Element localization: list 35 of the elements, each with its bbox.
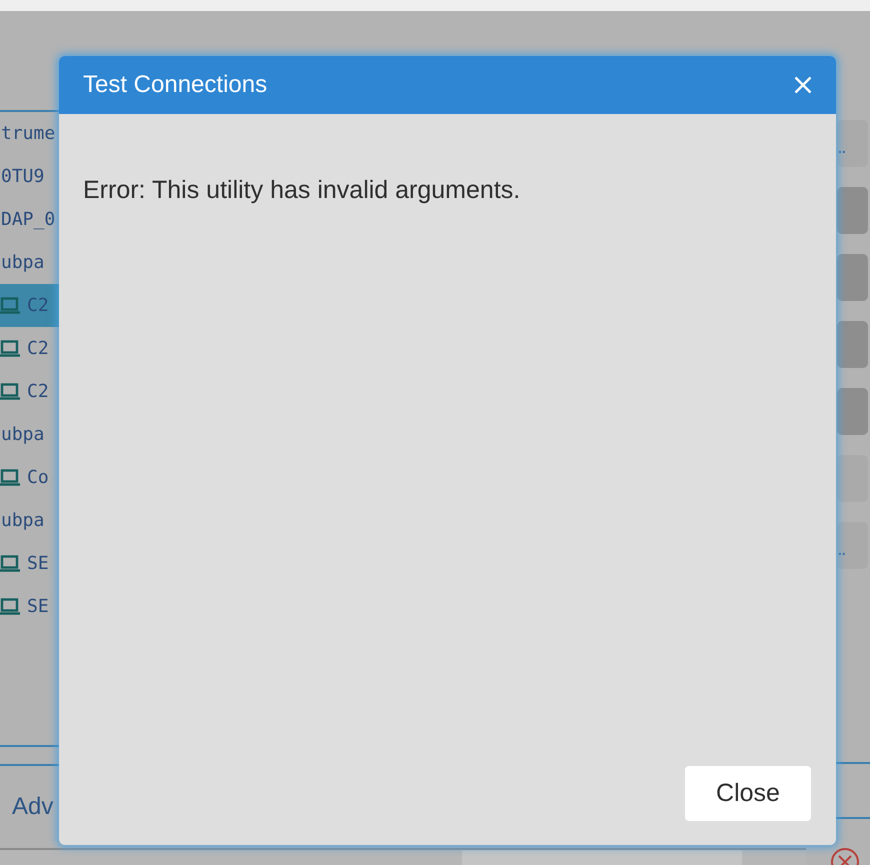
list-row[interactable] — [837, 187, 868, 234]
close-icon — [794, 76, 812, 94]
list-row[interactable] — [837, 321, 868, 368]
divider-line — [836, 762, 870, 764]
tree-item[interactable]: Co — [0, 456, 59, 499]
divider-line — [836, 817, 870, 819]
tree-item[interactable]: DAP_0 — [0, 198, 59, 241]
tree-item[interactable]: ubpa — [0, 241, 59, 284]
list-row[interactable] — [837, 388, 868, 435]
tree-item[interactable]: 0TU9 — [0, 155, 59, 198]
clear-icon[interactable] — [830, 847, 860, 865]
laptop-icon — [0, 297, 20, 314]
laptop-icon — [0, 340, 20, 357]
error-message: Error: This utility has invalid arguments. — [83, 175, 522, 205]
divider-line — [0, 764, 59, 766]
laptop-icon — [0, 383, 20, 400]
tree-item[interactable]: C2 — [0, 370, 59, 413]
laptop-icon — [0, 555, 20, 572]
divider-line — [0, 745, 59, 747]
tree-item[interactable]: SE — [0, 542, 59, 585]
close-dialog-button[interactable]: Close — [685, 766, 811, 821]
input-field[interactable] — [0, 848, 806, 865]
laptop-icon — [0, 598, 20, 615]
tree-item[interactable]: ubpa — [0, 413, 59, 456]
list-row[interactable] — [837, 455, 868, 502]
tree-item[interactable]: SE — [0, 585, 59, 628]
section-label: Adv — [12, 793, 54, 821]
tree-item[interactable]: C2 — [0, 327, 59, 370]
tree-item[interactable]: ubpa — [0, 499, 59, 542]
dialog-title: Test Connections — [83, 71, 268, 99]
close-button[interactable] — [794, 76, 812, 94]
list-row[interactable] — [837, 254, 868, 301]
tree-item[interactable]: trume — [0, 112, 59, 155]
laptop-icon — [0, 469, 20, 486]
tree-item[interactable]: C2 — [0, 284, 59, 327]
